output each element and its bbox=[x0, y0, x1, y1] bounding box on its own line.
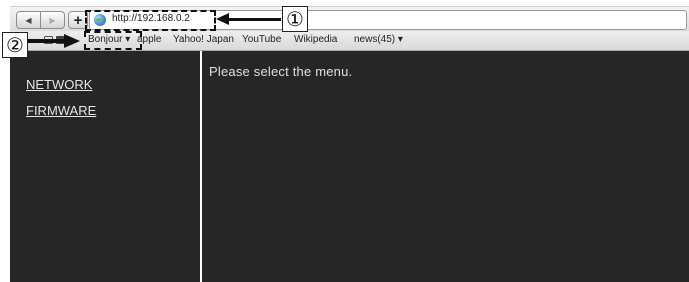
forward-arrow-icon: ▶ bbox=[49, 15, 56, 25]
callout-one: ① bbox=[282, 6, 308, 32]
main-frame: Please select the menu. bbox=[202, 51, 689, 282]
menu-sidebar: NETWORK FIRMWARE bbox=[10, 51, 200, 282]
arrow-two-head bbox=[64, 34, 80, 48]
forward-button[interactable]: ▶ bbox=[40, 12, 64, 28]
bookmark-yahoo-japan[interactable]: Yahoo! Japan bbox=[173, 34, 234, 45]
nav-buttons: ◀ ▶ bbox=[16, 11, 65, 29]
back-button[interactable]: ◀ bbox=[17, 12, 40, 28]
address-highlight-box bbox=[85, 10, 216, 31]
callout-two: ② bbox=[2, 32, 28, 58]
arrow-one-line bbox=[228, 18, 281, 21]
back-arrow-icon: ◀ bbox=[25, 15, 32, 25]
menu-link-firmware[interactable]: FIRMWARE bbox=[26, 103, 96, 118]
bookmark-news[interactable]: news(45) ▾ bbox=[354, 34, 403, 45]
bookmark-wikipedia[interactable]: Wikipedia bbox=[294, 34, 337, 45]
menu-link-network[interactable]: NETWORK bbox=[26, 77, 92, 92]
bookmark-youtube[interactable]: YouTube bbox=[242, 34, 281, 45]
bonjour-highlight-box bbox=[84, 31, 142, 50]
select-menu-message: Please select the menu. bbox=[209, 64, 353, 79]
arrow-two-line bbox=[28, 39, 66, 43]
arrow-one-head bbox=[216, 13, 229, 25]
